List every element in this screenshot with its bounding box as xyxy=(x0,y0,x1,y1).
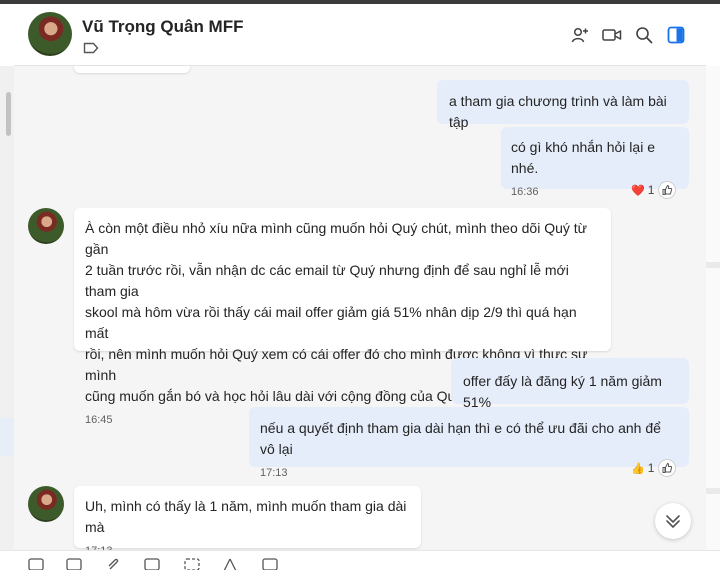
reaction-count: 1 xyxy=(647,183,655,197)
search-icon[interactable] xyxy=(632,23,656,47)
chevron-double-down-icon xyxy=(666,515,680,528)
incoming-message-bubble[interactable]: À còn một điều nhỏ xíu nữa mình cũng muố… xyxy=(74,208,611,426)
message-reactions: ❤️ 1 xyxy=(631,180,677,200)
video-call-icon[interactable] xyxy=(600,23,624,47)
conversation-list-edge xyxy=(0,66,14,570)
message-text: nếu a quyết định tham gia dài hạn thì e … xyxy=(260,420,661,457)
selected-conversation-edge[interactable] xyxy=(0,418,14,456)
gif-icon[interactable] xyxy=(184,557,200,570)
scroll-to-bottom-button[interactable] xyxy=(655,503,691,539)
format-icon[interactable] xyxy=(28,557,44,570)
add-reaction-icon[interactable] xyxy=(658,181,677,199)
message-text: Uh, mình có thấy là 1 năm, mình muốn tha… xyxy=(85,498,407,535)
thumbs-up-reaction-icon: 👍 xyxy=(631,462,645,475)
add-reaction-icon[interactable] xyxy=(658,459,677,477)
reaction-pill[interactable]: 👍 1 xyxy=(631,461,654,475)
message-text: a tham gia chương trình và làm bài tập xyxy=(449,93,667,130)
incoming-message-bubble[interactable]: Uh, mình có thấy là 1 năm, mình muốn tha… xyxy=(74,486,421,550)
reaction-pill[interactable]: ❤️ 1 xyxy=(631,183,654,197)
message-pane: a tham gia chương trình và làm bài tập c… xyxy=(14,66,706,550)
emoji-icon[interactable] xyxy=(66,557,82,570)
message-reactions: 👍 1 xyxy=(631,458,677,478)
previous-message-bubble[interactable] xyxy=(74,66,190,73)
outgoing-message-bubble[interactable]: offer đấy là đăng ký 1 năm giảm 51% xyxy=(451,358,689,410)
contact-name[interactable]: Vũ Trọng Quân MFF xyxy=(82,17,243,37)
contact-avatar[interactable] xyxy=(28,12,72,56)
attach-icon[interactable] xyxy=(106,557,122,570)
add-people-icon[interactable] xyxy=(568,23,592,47)
message-text: có gì khó nhắn hỏi lại e nhé. xyxy=(511,139,655,176)
outgoing-message-bubble[interactable]: nếu a quyết định tham gia dài hạn thì e … xyxy=(249,407,689,479)
side-panel-icon[interactable] xyxy=(664,23,688,47)
message-line: 2 tuần trước rồi, vẫn nhận dc các email … xyxy=(85,262,569,299)
heart-reaction-icon: ❤️ xyxy=(631,184,645,197)
message-line: skool mà hôm vừa rồi thấy cái mail offer… xyxy=(85,304,577,341)
send-icon[interactable] xyxy=(222,557,238,570)
outgoing-message-bubble[interactable]: a tham gia chương trình và làm bài tập xyxy=(437,80,689,130)
message-time: 17:13 xyxy=(260,467,288,479)
reaction-count: 1 xyxy=(647,461,655,475)
compose-toolbar xyxy=(0,550,720,570)
left-scrollbar-thumb[interactable] xyxy=(6,92,11,136)
contact-avatar[interactable] xyxy=(28,486,64,522)
right-edge-divider xyxy=(706,262,720,268)
right-panel-edge xyxy=(706,66,720,570)
chat-header: Vũ Trọng Quân MFF xyxy=(14,4,706,66)
message-time: 17:13 xyxy=(85,541,410,550)
image-icon[interactable] xyxy=(144,557,160,570)
label-icon[interactable] xyxy=(83,42,99,54)
more-options-icon[interactable] xyxy=(262,557,278,570)
right-edge-divider xyxy=(706,488,720,494)
message-line: À còn một điều nhỏ xíu nữa mình cũng muố… xyxy=(85,220,588,257)
contact-avatar[interactable] xyxy=(28,208,64,244)
